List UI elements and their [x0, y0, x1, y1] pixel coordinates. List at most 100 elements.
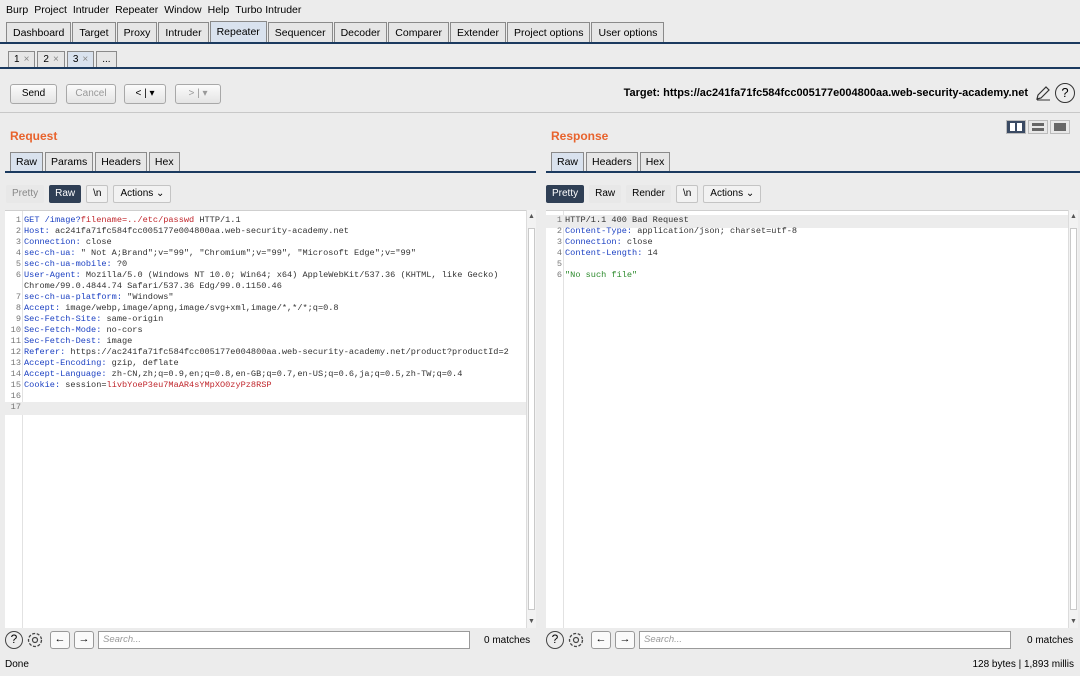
repeater-tab-4[interactable]: ... [96, 51, 117, 68]
header-value: gzip, deflate [106, 358, 179, 368]
help-icon[interactable]: ? [1055, 83, 1075, 103]
tab-divider [0, 42, 1080, 44]
menu-help[interactable]: Help [208, 4, 230, 16]
menu-project[interactable]: Project [34, 4, 67, 16]
view-actions-button[interactable]: Actions ⌄ [703, 185, 762, 203]
request-tabs: Raw Params Headers Hex [10, 152, 182, 171]
cancel-button[interactable]: Cancel [66, 84, 116, 104]
response-scrollbar[interactable]: ▲ ▼ [1068, 210, 1078, 628]
view-n-button[interactable]: \n [675, 185, 699, 203]
scroll-up-icon[interactable]: ▲ [1069, 212, 1078, 221]
split-horizontal-icon[interactable] [1006, 120, 1026, 134]
line-number: 4 [15, 248, 21, 258]
back-button[interactable]: < | ▾ [124, 84, 166, 104]
header-value: image [101, 336, 133, 346]
view-pretty-button[interactable]: Pretty [6, 185, 45, 203]
close-icon[interactable]: × [82, 54, 88, 65]
header-name: Content-Length: [565, 248, 643, 258]
send-button[interactable]: Send [10, 84, 57, 104]
scroll-thumb[interactable] [1070, 228, 1077, 610]
tab-decoder[interactable]: Decoder [333, 22, 388, 43]
header-value: zh-CN,zh;q=0.9,en;q=0.8,en-GB;q=0.7,en-U… [106, 369, 463, 379]
tab-headers[interactable]: Headers [95, 152, 147, 171]
tab-intruder[interactable]: Intruder [158, 22, 209, 43]
next-match-button[interactable]: → [74, 631, 94, 649]
highlighted-value: livbYoeP3eu7MaAR4sYMpXO0zyPz8RSP [106, 380, 272, 390]
tab-comparer[interactable]: Comparer [388, 22, 449, 43]
scroll-down-icon[interactable]: ▼ [1069, 617, 1078, 626]
line-number: 11 [10, 336, 21, 346]
menu-repeater[interactable]: Repeater [115, 4, 158, 16]
split-vertical-icon[interactable] [1028, 120, 1048, 134]
repeater-tab-1[interactable]: 1 × [8, 51, 36, 68]
close-icon[interactable]: × [24, 54, 30, 65]
tab-params[interactable]: Params [45, 152, 94, 171]
code-line: 9 Sec-Fetch-Site: same-origin [5, 314, 163, 325]
edit-target-icon[interactable] [1034, 84, 1052, 102]
request-scrollbar[interactable]: ▲ ▼ [526, 210, 536, 628]
menu-turbo-intruder[interactable]: Turbo Intruder [235, 4, 301, 16]
tab-project-options[interactable]: Project options [507, 22, 591, 43]
body-value: "No such file" [565, 270, 638, 280]
close-icon[interactable]: × [53, 54, 59, 65]
header-value: ac241fa71fc584fcc005177e004800aa.web-sec… [49, 226, 349, 236]
forward-button[interactable]: > | ▾ [175, 84, 221, 104]
request-editor[interactable]: 1 GET /image?filename=../etc/passwd HTTP/… [5, 210, 526, 628]
tab-user-options[interactable]: User options [591, 22, 665, 43]
gear-icon[interactable] [567, 631, 585, 649]
line-number: 14 [10, 369, 21, 379]
tab-raw[interactable]: Raw [551, 152, 585, 171]
view-raw-button[interactable]: Raw [589, 185, 622, 203]
repeater-tab-3[interactable]: 3 × [66, 51, 95, 68]
response-view-toolbar: Pretty Raw Render \n Actions ⌄ [546, 185, 766, 203]
view-render-button[interactable]: Render [626, 185, 671, 203]
tab-hex[interactable]: Hex [148, 152, 180, 171]
scroll-thumb[interactable] [528, 228, 535, 610]
code-line: 1 GET /image?filename=../etc/passwd HTTP/… [5, 215, 241, 226]
menu-burp[interactable]: Burp [6, 4, 28, 16]
next-match-button[interactable]: → [615, 631, 635, 649]
search-input[interactable]: Search... [98, 631, 470, 649]
code-line: 16 [5, 391, 24, 402]
help-icon[interactable]: ? [5, 631, 23, 649]
highlighted-value: filename=../etc/passwd [80, 215, 195, 225]
repeater-tab-2[interactable]: 2 × [37, 51, 65, 68]
tab-proxy[interactable]: Proxy [116, 22, 158, 43]
response-editor[interactable]: 1 HTTP/1.1 400 Bad Request 2 Content-Type: … [546, 210, 1068, 628]
line-number: 17 [10, 402, 21, 412]
tab-target[interactable]: Target [72, 22, 116, 43]
prev-match-button[interactable]: ← [50, 631, 70, 649]
match-count: 0 matches [484, 635, 531, 646]
tab-raw[interactable]: Raw [10, 152, 44, 171]
tab-dashboard[interactable]: Dashboard [6, 22, 72, 43]
line-number: 3 [556, 237, 562, 247]
view-n-button[interactable]: \n [86, 185, 109, 203]
menu-intruder[interactable]: Intruder [73, 4, 109, 16]
tab-headers[interactable]: Headers [586, 152, 638, 171]
view-actions-button[interactable]: Actions ⌄ [113, 185, 172, 203]
tabs-layout-icon[interactable] [1050, 120, 1070, 134]
view-pretty-button[interactable]: Pretty [546, 185, 585, 203]
header-name: Sec-Fetch-Mode: [24, 325, 102, 335]
scroll-down-icon[interactable]: ▼ [527, 617, 536, 626]
tab-sequencer[interactable]: Sequencer [267, 22, 333, 43]
menu-window[interactable]: Window [164, 4, 201, 16]
gear-icon[interactable] [26, 631, 44, 649]
help-icon[interactable]: ? [546, 631, 564, 649]
view-raw-button[interactable]: Raw [49, 185, 82, 203]
target-label: Target: https://ac241fa71fc584fcc005177e… [623, 87, 1028, 99]
code-line: 4 Content-Length: 14 [546, 248, 658, 259]
scroll-up-icon[interactable]: ▲ [527, 212, 536, 221]
code-line: 11 Sec-Fetch-Dest: image [5, 336, 133, 347]
line-number: 10 [10, 325, 21, 335]
prev-match-button[interactable]: ← [591, 631, 611, 649]
header-value: https://ac241fa71fc584fcc005177e004800aa… [65, 347, 509, 357]
tab-hex[interactable]: Hex [639, 152, 671, 171]
tab-repeater[interactable]: Repeater [209, 21, 267, 43]
code-line: 5 [546, 259, 565, 270]
request-tab-divider [5, 171, 536, 173]
search-input[interactable]: Search... [639, 631, 1011, 649]
code-line: Chrome/99.0.4844.74 Safari/537.36 Edg/99… [5, 281, 282, 292]
tab-extender[interactable]: Extender [449, 22, 507, 43]
header-value: session= [60, 380, 107, 390]
